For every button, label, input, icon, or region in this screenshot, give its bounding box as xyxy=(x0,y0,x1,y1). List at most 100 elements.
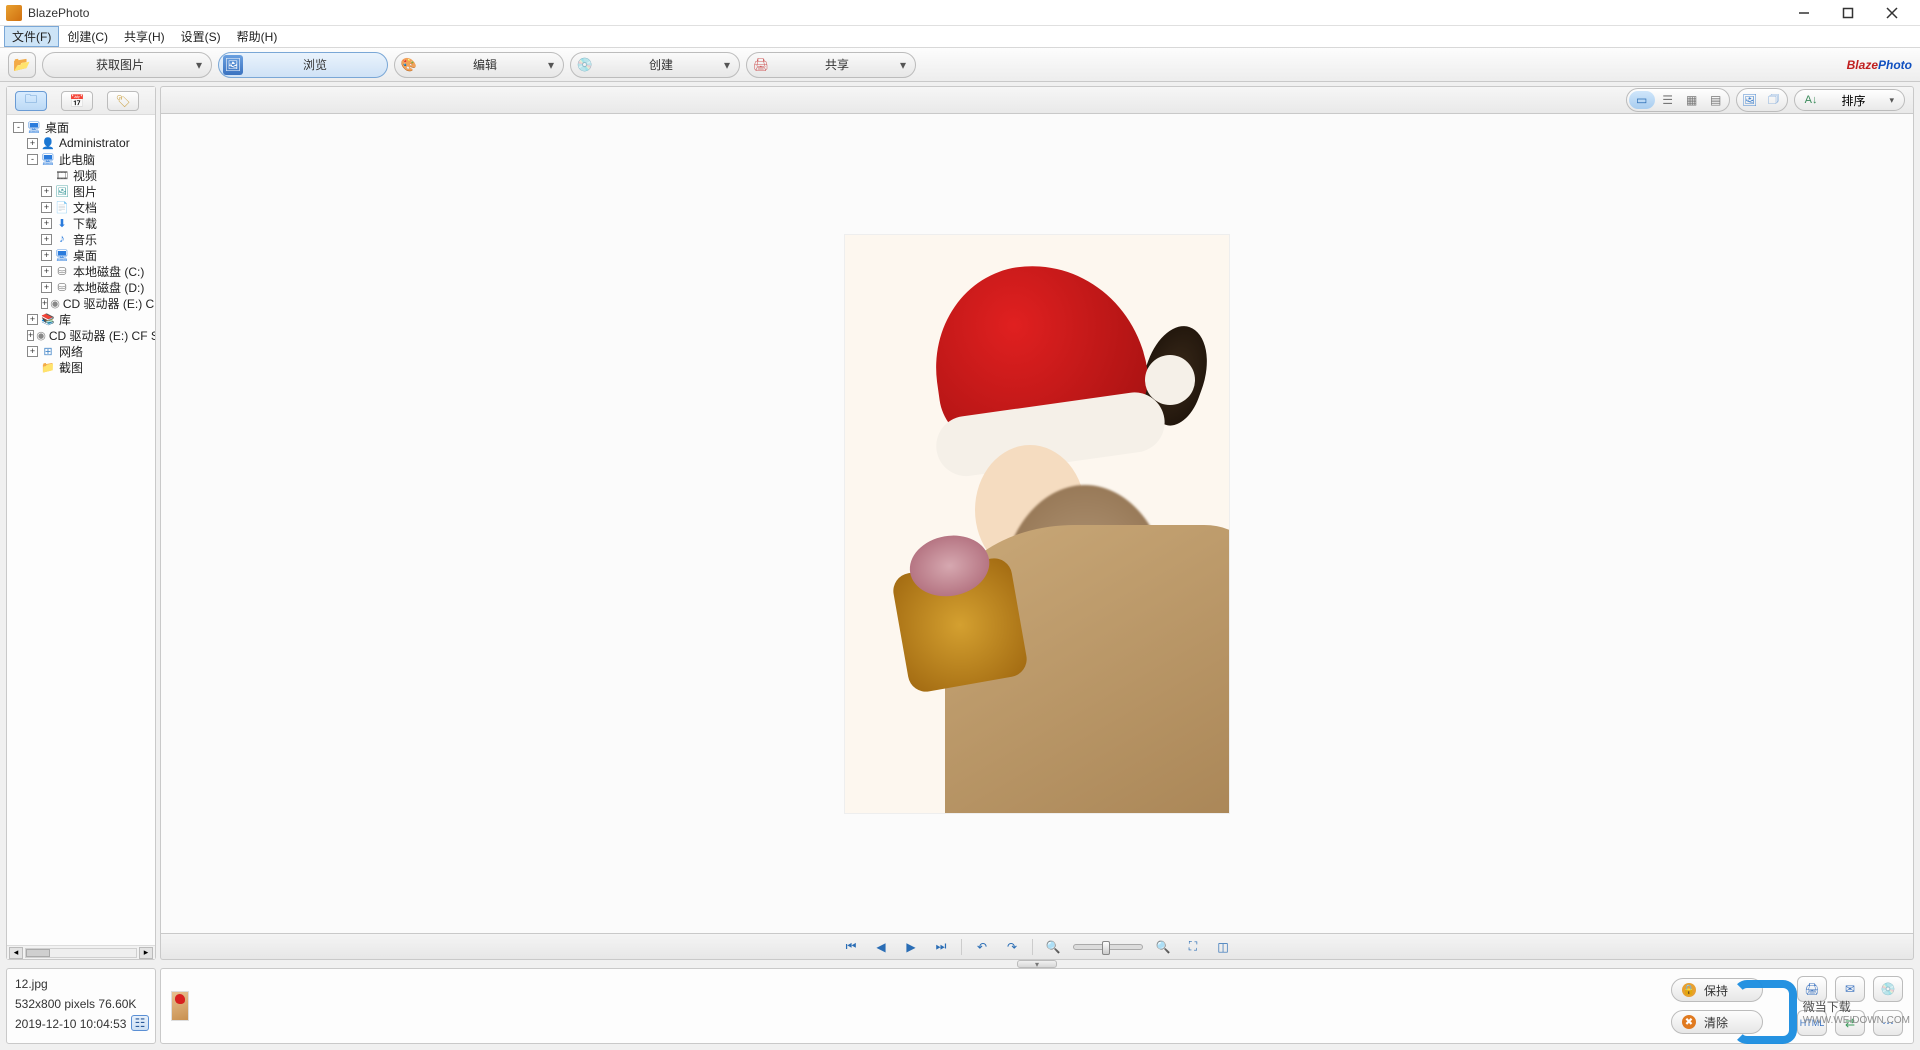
sidebar-hscroll[interactable]: ◂ ▸ xyxy=(7,945,155,959)
zoom-slider-knob[interactable] xyxy=(1102,941,1110,955)
tree-node-label: 文档 xyxy=(73,199,97,216)
expand-icon[interactable]: + xyxy=(41,234,52,245)
expand-icon[interactable]: + xyxy=(27,330,34,341)
actual-size-button[interactable]: ◫ xyxy=(1213,938,1233,956)
view-list-button[interactable]: ☰ xyxy=(1657,91,1679,109)
tree-item[interactable]: +📚库 xyxy=(9,311,153,327)
toolbar-share[interactable]: 🖨 共享 ▾ xyxy=(746,52,916,78)
scroll-track[interactable] xyxy=(25,948,137,958)
expand-icon[interactable]: + xyxy=(41,186,52,197)
tray-disc-button[interactable]: 💿 xyxy=(1873,976,1903,1002)
toolbar-edit[interactable]: 🎨 编辑 ▾ xyxy=(394,52,564,78)
first-button[interactable]: ⏮ xyxy=(841,938,861,956)
expand-icon[interactable]: + xyxy=(41,266,52,277)
sidebar-tab-tags[interactable]: 🏷 xyxy=(107,91,139,111)
close-button[interactable] xyxy=(1870,0,1914,26)
clear-button[interactable]: ✖ 清除 xyxy=(1671,1010,1763,1034)
rotate-left-button[interactable]: ↶ xyxy=(972,938,992,956)
expand-icon[interactable]: + xyxy=(41,282,52,293)
collapse-icon[interactable]: - xyxy=(13,122,24,133)
folder-tree[interactable]: -🖥桌面+👤Administrator-🖥此电脑🎞视频+🖼图片+📄文档+⬇下载+… xyxy=(7,115,155,945)
view-extra1-button[interactable]: 🖼 xyxy=(1739,91,1761,109)
view-grid-small-button[interactable]: ▦ xyxy=(1681,91,1703,109)
tree-item[interactable]: 📁截图 xyxy=(9,359,153,375)
clear-label: 清除 xyxy=(1704,1014,1728,1031)
view-extra2-button[interactable]: 🗇 xyxy=(1763,91,1785,109)
file-info-box: 12.jpg 532x800 pixels 76.60K 2019-12-10 … xyxy=(6,968,156,1044)
last-button[interactable]: ⏭ xyxy=(931,938,951,956)
tray-html-button[interactable]: HTML xyxy=(1797,1010,1827,1036)
tree-item[interactable]: +🖼图片 xyxy=(9,183,153,199)
tray-thumbnail[interactable] xyxy=(171,991,189,1021)
tree-node-icon: 👤 xyxy=(40,136,56,150)
tree-item[interactable]: -🖥此电脑 xyxy=(9,151,153,167)
sidebar-tab-folders[interactable]: 🗀 xyxy=(15,91,47,111)
tree-item[interactable]: +♪音乐 xyxy=(9,231,153,247)
zoom-in-button[interactable]: 🔍 xyxy=(1153,938,1173,956)
fit-button[interactable]: ⛶ xyxy=(1183,938,1203,956)
tree-item[interactable]: +⊞网络 xyxy=(9,343,153,359)
expand-icon[interactable]: + xyxy=(27,138,38,149)
chevron-down-icon: ▾ xyxy=(721,58,733,72)
expand-icon[interactable]: + xyxy=(41,202,52,213)
scroll-left-button[interactable]: ◂ xyxy=(9,947,23,959)
toolbar-browse[interactable]: 🖼 浏览 xyxy=(218,52,388,78)
tree-item[interactable]: +👤Administrator xyxy=(9,135,153,151)
tree-item[interactable]: +◉CD 驱动器 (E:) CF S xyxy=(9,327,153,343)
tray-more-button[interactable]: ⋯ xyxy=(1873,1010,1903,1036)
toolbar-home-button[interactable]: 📂 xyxy=(8,52,36,78)
zoom-out-button[interactable]: 🔍 xyxy=(1043,938,1063,956)
menu-create[interactable]: 创建(C) xyxy=(59,26,116,47)
image-viewer[interactable] xyxy=(160,114,1914,934)
tree-item[interactable]: +📄文档 xyxy=(9,199,153,215)
maximize-button[interactable] xyxy=(1826,0,1870,26)
tree-item[interactable]: +⛁本地磁盘 (D:) xyxy=(9,279,153,295)
keep-label: 保持 xyxy=(1704,982,1728,999)
view-grid-large-button[interactable]: ▤ xyxy=(1705,91,1727,109)
main-panel: ▭ ☰ ▦ ▤ 🖼 🗇 A↓ 排序 ▾ xyxy=(160,86,1914,960)
toolbar-edit-label: 编辑 xyxy=(425,56,545,73)
keep-button[interactable]: 🔒 保持 xyxy=(1671,978,1763,1002)
scroll-right-button[interactable]: ▸ xyxy=(139,947,153,959)
tree-item[interactable]: +⛁本地磁盘 (C:) xyxy=(9,263,153,279)
expand-icon[interactable]: + xyxy=(27,346,38,357)
expand-icon[interactable]: + xyxy=(41,250,52,261)
tray-convert-button[interactable]: ⇄ xyxy=(1835,1010,1865,1036)
prev-button[interactable]: ◀ xyxy=(871,938,891,956)
expand-icon[interactable]: + xyxy=(41,218,52,229)
toolbar-create[interactable]: 💿 创建 ▾ xyxy=(570,52,740,78)
browse-icon: 🖼 xyxy=(223,55,243,75)
info-details-button[interactable]: ☷ xyxy=(131,1015,149,1031)
minimize-button[interactable] xyxy=(1782,0,1826,26)
tree-item[interactable]: +🖥桌面 xyxy=(9,247,153,263)
folder-out-icon: 📂 xyxy=(13,56,30,73)
menu-help[interactable]: 帮助(H) xyxy=(229,26,286,47)
rotate-right-icon: ↷ xyxy=(1007,940,1017,954)
view-single-button[interactable]: ▭ xyxy=(1629,91,1655,109)
tree-item[interactable]: +◉CD 驱动器 (E:) C xyxy=(9,295,153,311)
collapse-icon[interactable]: - xyxy=(27,154,38,165)
sort-button[interactable]: A↓ 排序 ▾ xyxy=(1794,89,1905,111)
zoom-slider[interactable] xyxy=(1073,944,1143,950)
tree-item[interactable]: 🎞视频 xyxy=(9,167,153,183)
tree-node-label: 截图 xyxy=(59,359,83,376)
disc-icon: 💿 xyxy=(1881,982,1896,996)
tray-print-button[interactable]: 🖨 xyxy=(1797,976,1827,1002)
expand-icon[interactable]: + xyxy=(27,314,38,325)
sidebar-tab-calendar[interactable]: 📅 xyxy=(61,91,93,111)
tree-item[interactable]: -🖥桌面 xyxy=(9,119,153,135)
tree-item[interactable]: +⬇下载 xyxy=(9,215,153,231)
toolbar-acquire[interactable]: 获取图片 ▾ xyxy=(42,52,212,78)
tree-node-icon: ⛁ xyxy=(54,264,70,278)
more-icon: ⋯ xyxy=(1882,1016,1894,1030)
splitter-grip[interactable]: ▾ xyxy=(1017,960,1057,968)
expand-icon[interactable]: + xyxy=(41,298,48,309)
scroll-thumb[interactable] xyxy=(26,949,50,957)
menu-settings[interactable]: 设置(S) xyxy=(173,26,229,47)
tray-email-button[interactable]: ✉ xyxy=(1835,976,1865,1002)
rotate-right-button[interactable]: ↷ xyxy=(1002,938,1022,956)
tree-node-icon: ⊞ xyxy=(40,344,56,358)
menu-share[interactable]: 共享(H) xyxy=(116,26,173,47)
next-button[interactable]: ▶ xyxy=(901,938,921,956)
menu-file[interactable]: 文件(F) xyxy=(4,26,59,47)
